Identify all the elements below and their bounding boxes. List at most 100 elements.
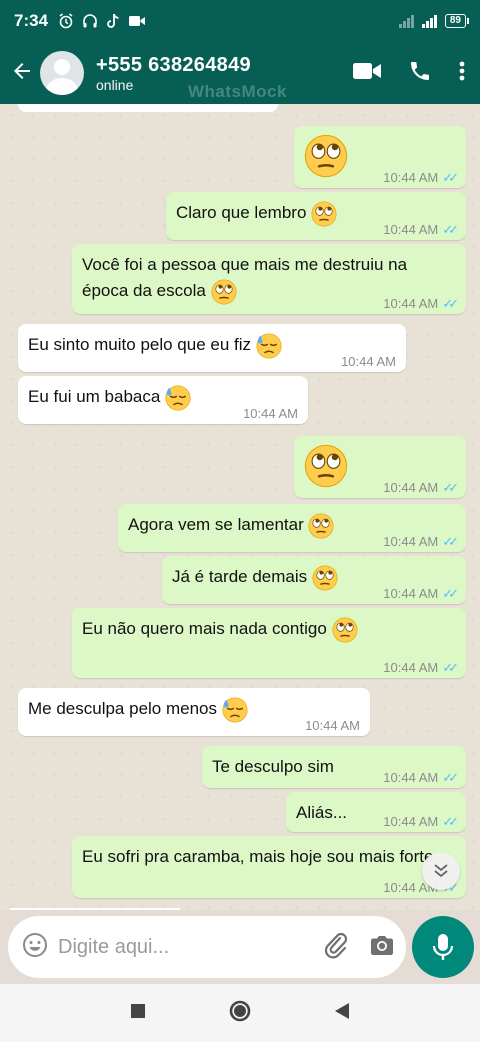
battery-level: 89 — [449, 15, 461, 26]
signal-icon-sim2 — [421, 14, 437, 28]
back-triangle-icon[interactable] — [334, 1002, 350, 1025]
message-meta: 10:44 AM✓✓ — [383, 586, 459, 601]
headphones-icon — [83, 14, 97, 28]
message-text: Eu sofri pra caramba, mais hoje sou mais… — [82, 847, 434, 866]
contact-name: +555 638264849 — [96, 53, 251, 76]
message-text: Já é tarde demais — [172, 567, 308, 586]
message-meta: 10:44 AM✓✓ — [383, 770, 459, 785]
home-icon[interactable] — [228, 999, 252, 1028]
read-receipt-icon: ✓✓ — [442, 660, 459, 675]
eyeroll-emoji-icon — [332, 617, 358, 643]
message-text: Eu fui um babaca — [28, 387, 161, 406]
chevron-double-down-icon[interactable] — [422, 852, 460, 890]
message-time: 10:44 AM — [383, 480, 439, 495]
alarm-icon — [59, 13, 73, 29]
message-time: 10:44 AM — [383, 770, 439, 785]
video-record-icon — [129, 16, 146, 26]
status-time: 7:34 — [14, 11, 49, 30]
status-system-icons: 89 — [398, 14, 470, 28]
message-text: Eu sinto muito pelo que eu fiz — [28, 335, 252, 354]
more-vert-icon[interactable] — [458, 59, 466, 88]
incoming-message[interactable]: Eu fui um babaca 10:44 AM — [18, 376, 308, 424]
read-receipt-icon: ✓✓ — [442, 480, 459, 495]
incoming-message[interactable]: Me desculpa pelo menos 10:44 AM — [18, 688, 370, 736]
outgoing-message[interactable]: 10:44 AM ✓✓ — [294, 126, 466, 188]
tiktok-icon — [107, 13, 119, 28]
outgoing-message[interactable]: Aliás... 10:44 AM ✓✓ — [286, 792, 466, 832]
arrow-left-icon[interactable] — [10, 59, 36, 87]
message-composer — [8, 916, 406, 978]
message-time: 10:44 AM — [383, 296, 439, 311]
read-receipt-icon: ✓✓ — [442, 296, 459, 311]
message-meta: 10:44 AM — [243, 407, 298, 420]
message-text: Aliás... — [296, 803, 348, 822]
incoming-message[interactable]: Eu sinto muito pelo que eu fiz 10:44 AM — [18, 324, 406, 372]
message-time: 10:44 AM — [341, 354, 396, 369]
message-time: 10:44 AM — [383, 586, 439, 601]
outgoing-message[interactable]: Te desculpo sim 10:44 AM ✓✓ — [202, 746, 466, 788]
message-text: Você foi a pessoa que mais me destruiu n… — [82, 255, 408, 301]
recents-icon[interactable] — [130, 1003, 146, 1024]
message-time: 10:44 AM — [383, 814, 439, 829]
eyeroll-emoji-icon — [311, 201, 337, 227]
downcast-sweat-emoji-icon — [222, 697, 248, 723]
outgoing-message[interactable]: Agora vem se lamentar 10:44 AM ✓✓ — [118, 504, 466, 552]
downcast-sweat-emoji-icon — [256, 333, 282, 359]
watermark: WhatsMock — [188, 82, 287, 101]
partial-message-top — [18, 104, 278, 112]
eyeroll-emoji-icon — [304, 444, 348, 488]
status-notification-icons — [58, 13, 146, 29]
message-input[interactable] — [58, 935, 323, 959]
emoji-icon[interactable] — [22, 932, 48, 963]
status-bar: 7:34 89 — [0, 0, 480, 42]
message-meta: 10:44 AM — [305, 719, 360, 732]
avatar[interactable] — [40, 51, 84, 95]
eyeroll-emoji-icon — [211, 279, 237, 305]
message-time: 10:44 AM — [383, 222, 439, 237]
message-meta: 10:44 AM✓✓ — [383, 660, 459, 675]
outgoing-message[interactable]: 10:44 AM ✓✓ — [294, 436, 466, 498]
outgoing-message[interactable]: Você foi a pessoa que mais me destruiu n… — [72, 244, 466, 314]
message-meta: 10:44 AM✓✓ — [383, 814, 459, 829]
message-meta: 10:44 AM✓✓ — [383, 222, 459, 237]
read-receipt-icon: ✓✓ — [442, 534, 459, 549]
paperclip-icon[interactable] — [323, 931, 349, 964]
composer-actions — [323, 931, 395, 964]
message-text: Eu não quero mais nada contigo — [82, 619, 327, 638]
chat-area[interactable]: 10:44 AM ✓✓ Claro que lembro 10:44 AM ✓✓ Voc… — [0, 104, 480, 910]
message-time: 10:44 AM — [383, 170, 439, 185]
mic-button[interactable] — [412, 916, 474, 978]
message-meta: 10:44 AM — [341, 355, 396, 368]
eyeroll-emoji-icon — [312, 565, 338, 591]
outgoing-message[interactable]: Eu sofri pra caramba, mais hoje sou mais… — [72, 836, 466, 898]
eyeroll-emoji-icon — [304, 134, 348, 178]
message-time: 10:44 AM — [383, 660, 439, 675]
battery-icon: 89 — [444, 14, 470, 28]
downcast-sweat-emoji-icon — [165, 385, 191, 411]
message-text: Claro que lembro — [176, 203, 307, 222]
message-time: 10:44 AM — [243, 406, 298, 421]
message-meta: 10:44 AM✓✓ — [383, 534, 459, 549]
outgoing-message[interactable]: Claro que lembro 10:44 AM ✓✓ — [166, 192, 466, 240]
message-time: 10:44 AM — [305, 718, 360, 733]
outgoing-message[interactable]: Já é tarde demais 10:44 AM ✓✓ — [162, 556, 466, 604]
camera-icon[interactable] — [369, 934, 395, 961]
partial-message-bottom — [10, 908, 180, 910]
eyeroll-emoji-icon — [308, 513, 334, 539]
read-receipt-icon: ✓✓ — [442, 170, 459, 185]
phone-icon[interactable] — [408, 59, 432, 88]
message-text: Me desculpa pelo menos — [28, 699, 218, 718]
read-receipt-icon: ✓✓ — [442, 814, 459, 829]
video-call-icon[interactable] — [352, 60, 382, 87]
signal-icon-sim1 — [398, 14, 414, 28]
system-nav-bar — [0, 984, 480, 1042]
message-meta: 10:44 AM✓✓ — [383, 296, 459, 311]
outgoing-message[interactable]: Eu não quero mais nada contigo 10:44 AM ✓… — [72, 608, 466, 678]
read-receipt-icon: ✓✓ — [442, 770, 459, 785]
message-meta: 10:44 AM✓✓ — [383, 170, 459, 185]
message-text: Te desculpo sim — [212, 757, 334, 776]
mic-icon — [432, 934, 454, 960]
message-time: 10:44 AM — [383, 534, 439, 549]
message-meta: 10:44 AM✓✓ — [383, 480, 459, 495]
message-text: Agora vem se lamentar — [128, 515, 304, 534]
